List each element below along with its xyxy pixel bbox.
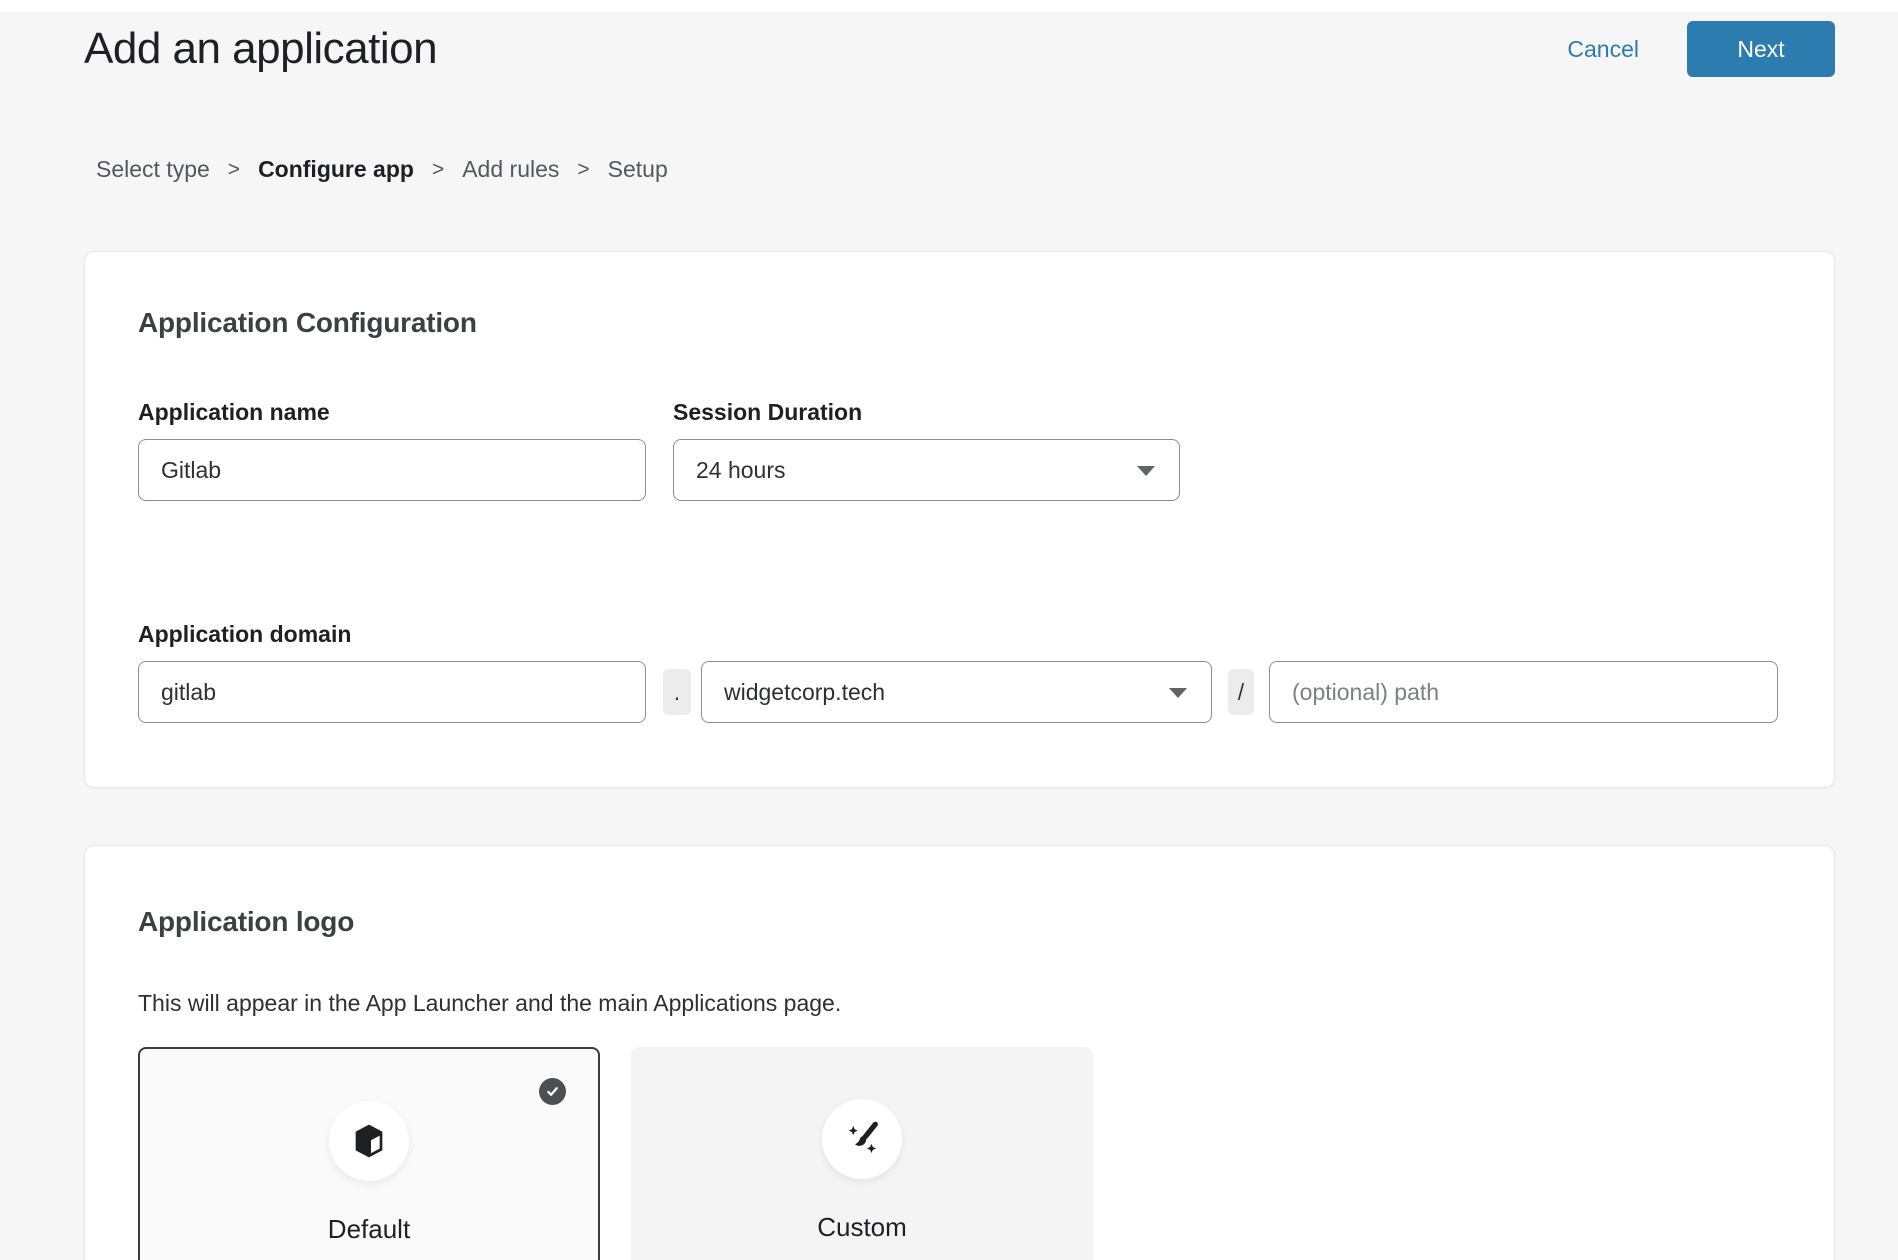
default-logo-circle bbox=[329, 1101, 409, 1181]
logo-option-default[interactable]: Default bbox=[138, 1047, 600, 1260]
application-name-label: Application name bbox=[138, 399, 646, 426]
session-duration-select[interactable]: 24 hours bbox=[673, 439, 1180, 501]
subdomain-input[interactable] bbox=[138, 661, 646, 723]
logo-option-label: Default bbox=[328, 1214, 410, 1245]
session-duration-field-group: Session Duration 24 hours bbox=[673, 399, 1180, 501]
domain-select[interactable]: widgetcorp.tech bbox=[701, 661, 1212, 723]
application-domain-label: Application domain bbox=[138, 621, 1781, 648]
top-white-strip bbox=[0, 0, 1898, 12]
breadcrumb: Select type > Configure app > Add rules … bbox=[96, 156, 1898, 183]
selected-check-badge bbox=[539, 1078, 566, 1105]
breadcrumb-step-add-rules[interactable]: Add rules bbox=[462, 156, 559, 183]
header-actions: Cancel Next bbox=[1567, 21, 1835, 77]
application-configuration-heading: Application Configuration bbox=[138, 307, 1781, 339]
name-duration-row: Application name Session Duration 24 hou… bbox=[138, 399, 1781, 501]
application-logo-heading: Application logo bbox=[138, 906, 1781, 938]
application-name-field-group: Application name bbox=[138, 399, 646, 501]
breadcrumb-step-select-type[interactable]: Select type bbox=[96, 156, 210, 183]
logo-option-label: Custom bbox=[817, 1212, 907, 1243]
breadcrumb-separator: > bbox=[228, 158, 240, 182]
application-logo-card: Application logo This will appear in the… bbox=[84, 845, 1835, 1260]
cube-icon bbox=[349, 1121, 389, 1161]
check-icon bbox=[545, 1084, 560, 1099]
breadcrumb-separator: > bbox=[432, 158, 444, 182]
session-duration-value: 24 hours bbox=[696, 457, 786, 484]
page-title: Add an application bbox=[84, 24, 437, 74]
next-button[interactable]: Next bbox=[1687, 21, 1835, 77]
breadcrumb-separator: > bbox=[577, 158, 589, 182]
cancel-button[interactable]: Cancel bbox=[1567, 36, 1639, 63]
breadcrumb-step-configure-app[interactable]: Configure app bbox=[258, 156, 414, 183]
page-header: Add an application Cancel Next bbox=[0, 12, 1898, 82]
paintbrush-icon bbox=[841, 1118, 883, 1160]
logo-options: Default Custom bbox=[138, 1047, 1781, 1260]
custom-logo-circle bbox=[822, 1099, 902, 1179]
breadcrumb-step-setup[interactable]: Setup bbox=[608, 156, 668, 183]
logo-option-custom[interactable]: Custom bbox=[631, 1047, 1093, 1260]
chevron-down-icon bbox=[1169, 688, 1187, 698]
session-duration-label: Session Duration bbox=[673, 399, 1180, 426]
application-logo-description: This will appear in the App Launcher and… bbox=[138, 990, 1781, 1017]
application-domain-row: . widgetcorp.tech / bbox=[138, 648, 1781, 723]
application-configuration-card: Application Configuration Application na… bbox=[84, 251, 1835, 788]
application-name-input[interactable] bbox=[138, 439, 646, 501]
dot-separator: . bbox=[663, 669, 691, 715]
slash-separator: / bbox=[1228, 669, 1254, 715]
domain-select-value: widgetcorp.tech bbox=[724, 679, 885, 706]
chevron-down-icon bbox=[1137, 466, 1155, 476]
path-input[interactable] bbox=[1269, 661, 1778, 723]
